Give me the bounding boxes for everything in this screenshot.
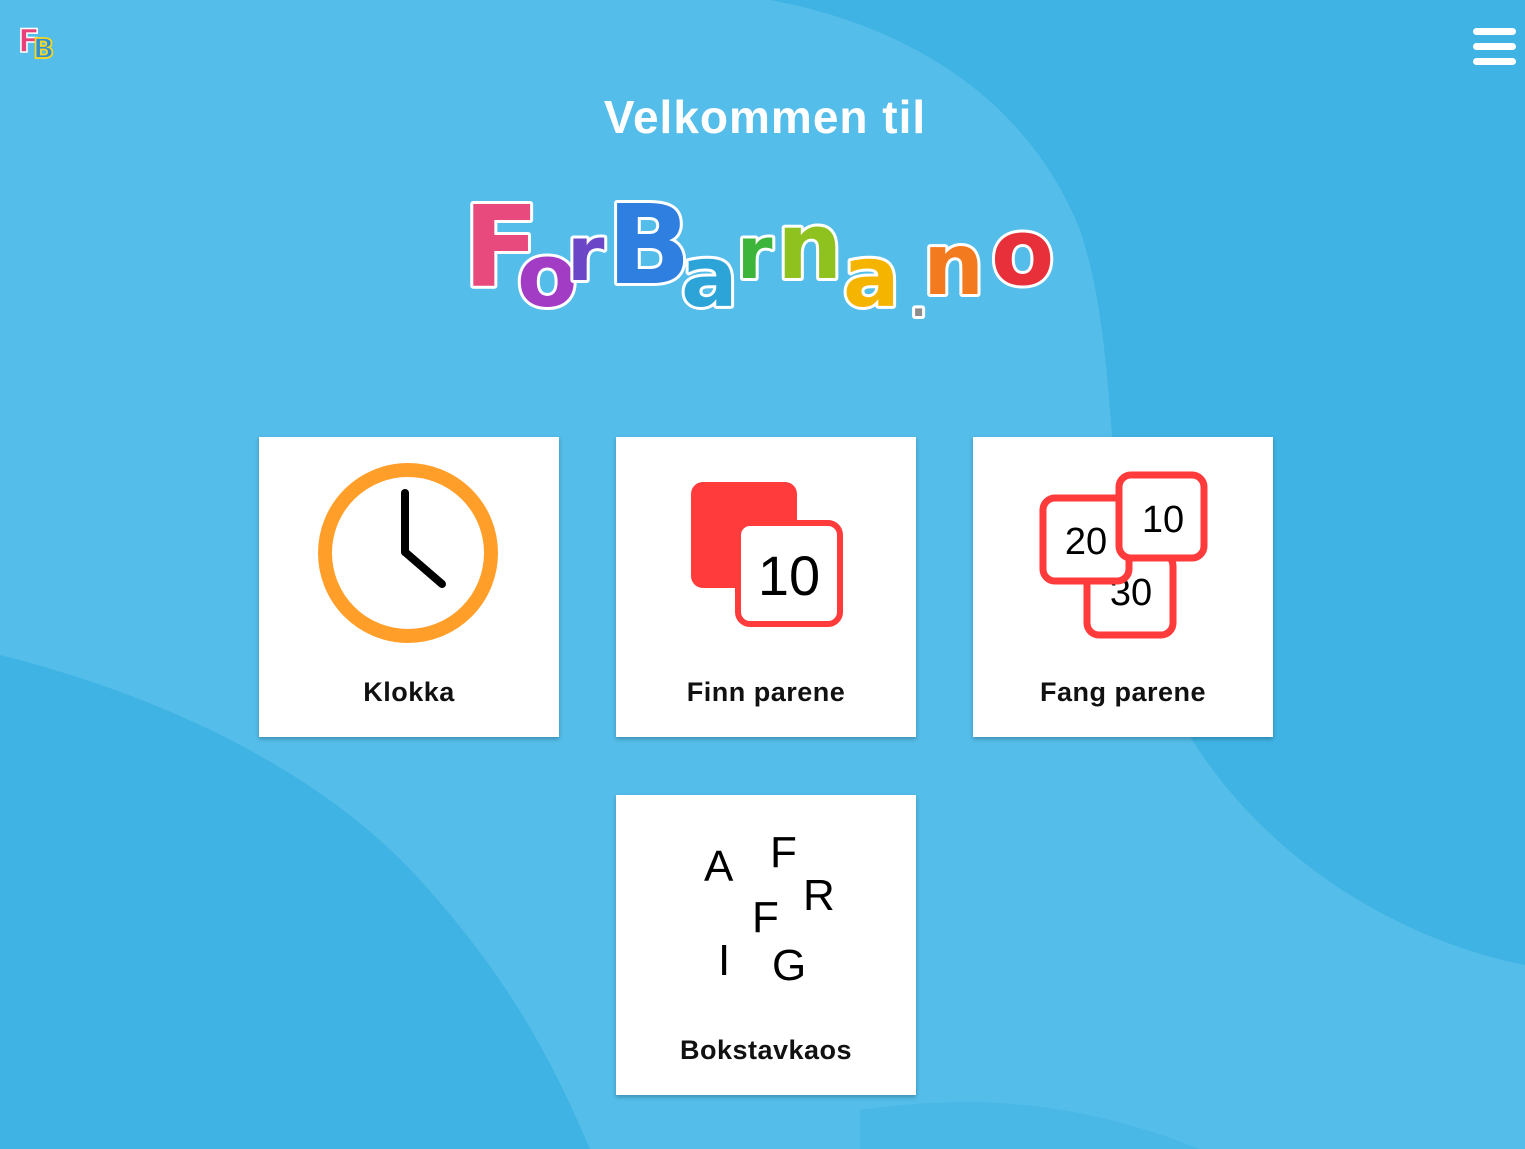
card-number: 10 [758, 544, 820, 607]
tile-bokstavkaos[interactable]: A F R F I G Bokstavkaos [616, 795, 916, 1095]
page: F B Velkommen til ForBarna.no Klokka 10 … [0, 0, 1525, 1149]
memory-cards-icon: 10 [691, 482, 843, 627]
corner-logo[interactable]: F B [16, 20, 60, 64]
tile-klokka[interactable]: Klokka [259, 437, 559, 737]
letter-f-middle: F [752, 893, 779, 942]
letter-r: R [803, 871, 835, 920]
tile-label-fang-parene: Fang parene [1039, 677, 1207, 707]
letter-a: A [704, 842, 734, 891]
logo-letter: r [567, 209, 605, 298]
logo-letter: a [681, 228, 738, 326]
hamburger-menu-icon[interactable] [1470, 24, 1518, 68]
card-20-number: 20 [1065, 521, 1107, 563]
scattered-letters-icon: A F R F I G [704, 828, 835, 990]
letter-i: I [718, 936, 730, 985]
welcome-heading: Velkommen til [603, 91, 927, 143]
clock-icon [318, 463, 498, 643]
tile-label-klokka: Klokka [363, 677, 455, 707]
forbarna-logo: For Ba r n a .n o [460, 178, 1057, 328]
menu-bar-top [1473, 28, 1516, 35]
letter-f-top: F [770, 828, 797, 877]
logo-letter: o [991, 199, 1054, 306]
letter-g: G [772, 941, 806, 990]
tile-label-finn-parene: Finn parene [686, 677, 846, 707]
logo-letter: B [607, 181, 691, 309]
menu-bar-middle [1473, 43, 1516, 50]
card-10-number: 10 [1142, 499, 1184, 541]
logo-letter: n [923, 215, 984, 315]
tile-label-bokstavkaos: Bokstavkaos [679, 1035, 853, 1065]
menu-bar-bottom [1473, 58, 1516, 65]
logo-letter: a [843, 228, 900, 326]
number-cards-icon: 30 20 10 [1039, 471, 1208, 639]
tile-finn-parene[interactable]: 10 Finn parene [616, 437, 916, 737]
logo-letters: For Ba r n a .n o [460, 178, 1057, 328]
corner-logo-b: B [33, 32, 54, 64]
logo-letter: n [777, 193, 843, 300]
wave-bottom-middle [860, 1102, 1200, 1149]
tile-fang-parene[interactable]: 30 20 10 Fang parene [973, 437, 1273, 737]
clock-hand-hour [401, 548, 446, 588]
logo-letter: r [737, 211, 773, 295]
